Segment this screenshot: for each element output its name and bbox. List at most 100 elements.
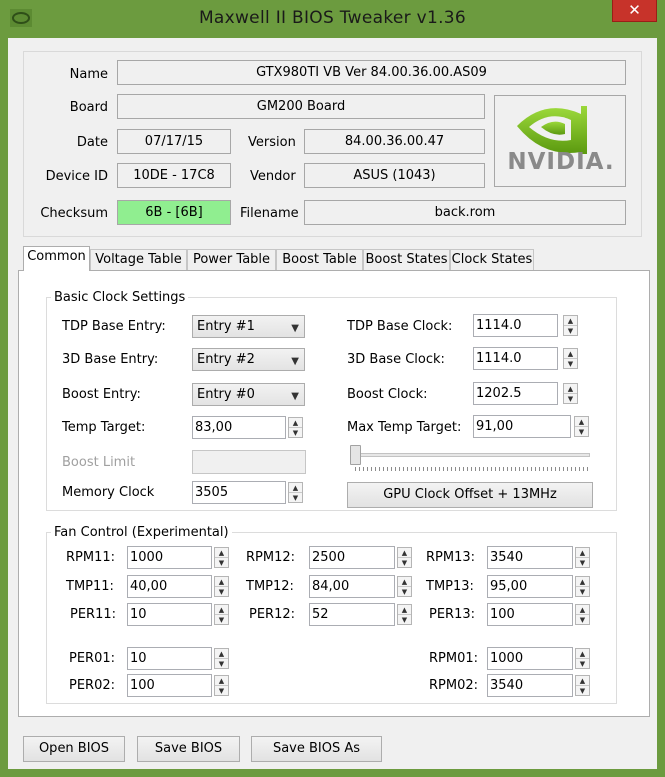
max-temp-target-label: Max Temp Target: <box>347 420 462 435</box>
per12-label: PER12: <box>249 607 296 622</box>
tdp-base-entry-value: Entry #1 <box>197 319 255 334</box>
device-id-field: 10DE - 17C8 <box>117 163 231 188</box>
tdp-base-clock-label: TDP Base Clock: <box>347 319 453 334</box>
spin-up-icon[interactable]: ▲ <box>576 676 589 686</box>
tab-voltage-table[interactable]: Voltage Table <box>90 249 187 270</box>
spin-up-icon[interactable]: ▲ <box>398 577 411 587</box>
tab-common[interactable]: Common <box>23 246 90 271</box>
spin-down-icon[interactable]: ▼ <box>215 558 228 568</box>
tab-boost-states[interactable]: Boost States <box>363 249 450 270</box>
save-bios-as-button[interactable]: Save BIOS As <box>251 736 382 762</box>
tmp12-input[interactable]: 84,00 <box>309 575 395 598</box>
spin-up-icon[interactable]: ▲ <box>576 548 589 558</box>
boost-clock-input[interactable]: 1202.5 <box>473 382 558 405</box>
spin-up-icon[interactable]: ▲ <box>398 605 411 615</box>
rpm12-label: RPM12: <box>246 550 296 565</box>
spin-down-icon[interactable]: ▼ <box>564 326 577 336</box>
spin-up-icon[interactable]: ▲ <box>215 577 228 587</box>
rpm02-label: RPM02: <box>429 678 479 693</box>
spin-up-icon[interactable]: ▲ <box>564 316 577 326</box>
rpm13-input[interactable]: 3540 <box>487 546 573 569</box>
per13-input[interactable]: 100 <box>487 603 573 626</box>
spin-down-icon[interactable]: ▼ <box>564 394 577 404</box>
spin-down-icon[interactable]: ▼ <box>289 493 302 503</box>
tab-clock-states[interactable]: Clock States <box>450 249 534 270</box>
board-field: GM200 Board <box>117 94 485 119</box>
max-temp-target-input[interactable]: 91,00 <box>473 415 571 438</box>
3d-base-entry-value: Entry #2 <box>197 352 255 367</box>
spin-up-icon[interactable]: ▲ <box>564 384 577 394</box>
spin-down-icon[interactable]: ▼ <box>215 659 228 669</box>
slider-ticks <box>355 467 591 471</box>
spin-down-icon[interactable]: ▼ <box>576 615 589 625</box>
memory-clock-input[interactable]: 3505 <box>192 481 286 504</box>
spin-down-icon[interactable]: ▼ <box>215 587 228 597</box>
clock-offset-slider-track[interactable] <box>355 453 590 457</box>
chevron-down-icon: ▼ <box>291 391 299 402</box>
spin-down-icon[interactable]: ▼ <box>576 558 589 568</box>
per12-input[interactable]: 52 <box>309 603 395 626</box>
board-label: Board <box>69 100 108 115</box>
spin-down-icon[interactable]: ▼ <box>576 587 589 597</box>
title-bar[interactable]: Maxwell II BIOS Tweaker v1.36 ✕ <box>0 0 665 38</box>
spin-up-icon[interactable]: ▲ <box>215 676 228 686</box>
rpm01-input[interactable]: 1000 <box>487 647 573 670</box>
tmp13-input[interactable]: 95,00 <box>487 575 573 598</box>
per01-input[interactable]: 10 <box>127 647 212 670</box>
spin-up-icon[interactable]: ▲ <box>564 349 577 359</box>
spin-up-icon[interactable]: ▲ <box>398 548 411 558</box>
clock-offset-slider-handle[interactable] <box>350 445 361 465</box>
tab-power-table[interactable]: Power Table <box>187 249 276 270</box>
boost-entry-label: Boost Entry: <box>62 387 141 402</box>
vendor-label: Vendor <box>250 169 296 184</box>
name-label: Name <box>69 67 108 82</box>
spin-down-icon[interactable]: ▼ <box>398 558 411 568</box>
save-bios-button[interactable]: Save BIOS <box>137 736 240 762</box>
spin-down-icon[interactable]: ▼ <box>398 587 411 597</box>
spin-up-icon[interactable]: ▲ <box>215 605 228 615</box>
tmp12-label: TMP12: <box>246 579 294 594</box>
spin-down-icon[interactable]: ▼ <box>575 427 588 437</box>
spin-up-icon[interactable]: ▲ <box>215 548 228 558</box>
spin-up-icon[interactable]: ▲ <box>576 649 589 659</box>
tdp-base-clock-input[interactable]: 1114.0 <box>473 314 558 337</box>
spin-up-icon[interactable]: ▲ <box>576 605 589 615</box>
spin-up-icon[interactable]: ▲ <box>289 483 302 493</box>
close-icon[interactable]: ✕ <box>612 0 657 22</box>
chevron-down-icon: ▼ <box>291 323 299 334</box>
per02-input[interactable]: 100 <box>127 674 212 697</box>
temp-target-input[interactable]: 83,00 <box>192 416 286 439</box>
spin-down-icon[interactable]: ▼ <box>564 359 577 369</box>
per02-label: PER02: <box>69 678 116 693</box>
spin-down-icon[interactable]: ▼ <box>289 428 302 438</box>
temp-target-label: Temp Target: <box>62 420 146 435</box>
rpm11-label: RPM11: <box>66 550 116 565</box>
3d-base-entry-label: 3D Base Entry: <box>62 352 159 367</box>
spin-up-icon[interactable]: ▲ <box>215 649 228 659</box>
memory-clock-label: Memory Clock <box>62 485 155 500</box>
rpm02-input[interactable]: 3540 <box>487 674 573 697</box>
per11-input[interactable]: 10 <box>127 603 212 626</box>
gpu-clock-offset-button[interactable]: GPU Clock Offset + 13MHz <box>347 482 593 508</box>
spin-up-icon[interactable]: ▲ <box>575 417 588 427</box>
open-bios-button[interactable]: Open BIOS <box>23 736 125 762</box>
rpm11-input[interactable]: 1000 <box>127 546 212 569</box>
tdp-base-entry-select[interactable]: Entry #1 ▼ <box>192 315 305 338</box>
basic-clock-settings-title: Basic Clock Settings <box>51 290 189 305</box>
3d-base-clock-input[interactable]: 1114.0 <box>473 347 558 370</box>
spin-down-icon[interactable]: ▼ <box>398 615 411 625</box>
spin-down-icon[interactable]: ▼ <box>215 615 228 625</box>
spin-down-icon[interactable]: ▼ <box>215 686 228 696</box>
tab-boost-table[interactable]: Boost Table <box>276 249 363 270</box>
rpm12-input[interactable]: 2500 <box>309 546 395 569</box>
spin-down-icon[interactable]: ▼ <box>576 659 589 669</box>
spin-up-icon[interactable]: ▲ <box>576 577 589 587</box>
spin-down-icon[interactable]: ▼ <box>576 686 589 696</box>
tmp11-input[interactable]: 40,00 <box>127 575 212 598</box>
3d-base-entry-select[interactable]: Entry #2 ▼ <box>192 348 305 371</box>
per13-label: PER13: <box>429 607 476 622</box>
filename-field: back.rom <box>304 200 626 225</box>
spin-up-icon[interactable]: ▲ <box>289 418 302 428</box>
3d-base-clock-label: 3D Base Clock: <box>347 352 445 367</box>
boost-entry-select[interactable]: Entry #0 ▼ <box>192 383 305 406</box>
